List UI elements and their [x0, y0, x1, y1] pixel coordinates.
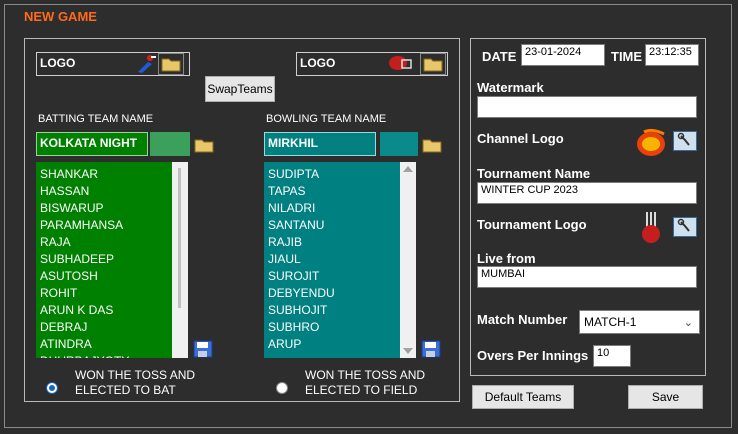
match-number-value: MATCH-1 — [584, 315, 637, 329]
player-list-item[interactable]: SHANKAR — [40, 166, 168, 183]
bowling-save-button[interactable] — [421, 340, 443, 360]
scroll-down-arrow-icon[interactable] — [403, 348, 413, 354]
batting-save-button[interactable] — [193, 340, 215, 360]
time-label: TIME — [611, 49, 643, 64]
channel-logo-browse-button[interactable] — [673, 131, 697, 151]
window-title: NEW GAME — [24, 9, 97, 24]
toss-field-label: WON THE TOSS AND ELECTED TO FIELD — [305, 368, 426, 397]
player-list-item[interactable]: NILADRI — [268, 200, 396, 217]
batting-players-list[interactable]: SHANKAR HASSAN BISWARUP PARAMHANSA RAJA SUBHA… — [36, 162, 172, 358]
cricket-batter-icon — [138, 55, 156, 73]
bowling-list-scrollbar[interactable] — [400, 162, 416, 358]
bowling-team-browse-button[interactable] — [420, 134, 444, 156]
batting-team-name-field[interactable]: KOLKATA NIGHT — [36, 132, 148, 156]
folder-icon — [423, 58, 443, 72]
scroll-up-arrow-icon[interactable] — [403, 166, 413, 172]
time-field[interactable]: 23:12:35 — [645, 44, 699, 66]
batting-team-browse-button[interactable] — [192, 134, 216, 156]
batting-team-label: BATTING TEAM NAME — [38, 113, 154, 125]
tournament-logo-label: Tournament Logo — [477, 217, 587, 232]
player-list-item[interactable]: HASSAN — [40, 183, 168, 200]
bowling-team-color-swatch[interactable] — [380, 132, 418, 156]
player-list-item[interactable]: ARUN K DAS — [40, 302, 168, 319]
batting-team-name: KOLKATA NIGHT — [40, 136, 138, 150]
player-list-item[interactable]: ATINDRA — [40, 336, 168, 353]
bowling-logo-browse-button[interactable] — [420, 53, 446, 75]
date-field[interactable]: 23-01-2024 — [521, 44, 605, 66]
batting-list-scrollbar[interactable] — [172, 162, 188, 358]
player-list-item[interactable]: DEBRAJ — [40, 319, 168, 336]
bowling-players-list[interactable]: SUDIPTA TAPAS NILADRI SANTANU RAJIB JIAUL SURO… — [264, 162, 400, 358]
save-button[interactable]: Save — [628, 385, 703, 409]
batting-team-color-swatch[interactable] — [150, 132, 190, 156]
tournament-logo-browse-button[interactable] — [673, 217, 697, 237]
folder-icon — [161, 58, 181, 72]
watermark-label: Watermark — [477, 80, 544, 95]
player-list-item[interactable]: SUBHOJIT — [268, 302, 396, 319]
cricket-helmet-icon — [389, 56, 412, 70]
t20-logo-icon — [637, 128, 665, 156]
chevron-down-icon: ⌄ — [683, 317, 693, 329]
player-list-item[interactable]: SUBHRO — [268, 319, 396, 336]
save-icon — [193, 340, 213, 358]
bowling-logo-label: LOGO — [300, 56, 336, 70]
player-list-item[interactable]: TAPAS — [268, 183, 396, 200]
bowling-team-name-field[interactable]: MIRKHIL — [264, 132, 376, 156]
match-number-label: Match Number — [477, 312, 568, 327]
default-teams-button[interactable]: Default Teams — [472, 385, 574, 409]
wrench-icon — [677, 218, 690, 232]
player-list-item[interactable]: SANTANU — [268, 217, 396, 234]
player-list-item[interactable]: DEBYENDU — [268, 285, 396, 302]
bowling-team-name: MIRKHIL — [268, 136, 318, 150]
live-from-label: Live from — [477, 251, 536, 266]
player-list-item[interactable]: BISWARUP — [40, 200, 168, 217]
overs-field[interactable]: 10 — [593, 345, 631, 367]
player-list-item[interactable]: SUDIPTA — [268, 166, 396, 183]
batting-logo-browse-button[interactable] — [158, 53, 184, 75]
player-list-item[interactable]: RAJIB — [268, 234, 396, 251]
folder-icon — [194, 139, 214, 153]
player-list-item[interactable]: DHURBAJYOTY — [40, 353, 168, 358]
player-list-item[interactable]: SUBHADEEP — [40, 251, 168, 268]
player-list-item[interactable]: ARUP — [268, 336, 396, 353]
toss-bat-label: WON THE TOSS AND ELECTED TO BAT — [75, 368, 196, 397]
player-list-item[interactable]: PARAMHANSA — [40, 217, 168, 234]
overs-label: Overs Per Innings — [477, 348, 589, 363]
watermark-field[interactable] — [477, 96, 697, 118]
tournament-name-field[interactable]: WINTER CUP 2023 — [477, 182, 697, 204]
tournament-name-label: Tournament Name — [477, 166, 591, 181]
save-icon — [421, 340, 441, 358]
cricket-tournament-logo-icon — [642, 212, 660, 243]
player-list-item[interactable]: ROHIT — [40, 285, 168, 302]
swap-teams-button[interactable]: SwapTeams — [205, 76, 275, 102]
player-list-item[interactable]: RAJA — [40, 234, 168, 251]
toss-bat-radio[interactable] — [46, 382, 58, 394]
live-from-field[interactable]: MUMBAI — [477, 266, 697, 288]
match-number-select[interactable]: MATCH-1 ⌄ — [579, 310, 700, 334]
toss-field-radio[interactable] — [276, 382, 288, 394]
wrench-icon — [677, 132, 690, 146]
player-list-item[interactable]: SUROJIT — [268, 268, 396, 285]
folder-icon — [422, 139, 442, 153]
player-list-item[interactable]: ASUTOSH — [40, 268, 168, 285]
bowling-team-label: BOWLING TEAM NAME — [266, 113, 387, 125]
batting-logo-label: LOGO — [40, 56, 76, 70]
date-label: DATE — [482, 49, 517, 64]
channel-logo-label: Channel Logo — [477, 131, 564, 146]
player-list-item[interactable]: JIAUL — [268, 251, 396, 268]
